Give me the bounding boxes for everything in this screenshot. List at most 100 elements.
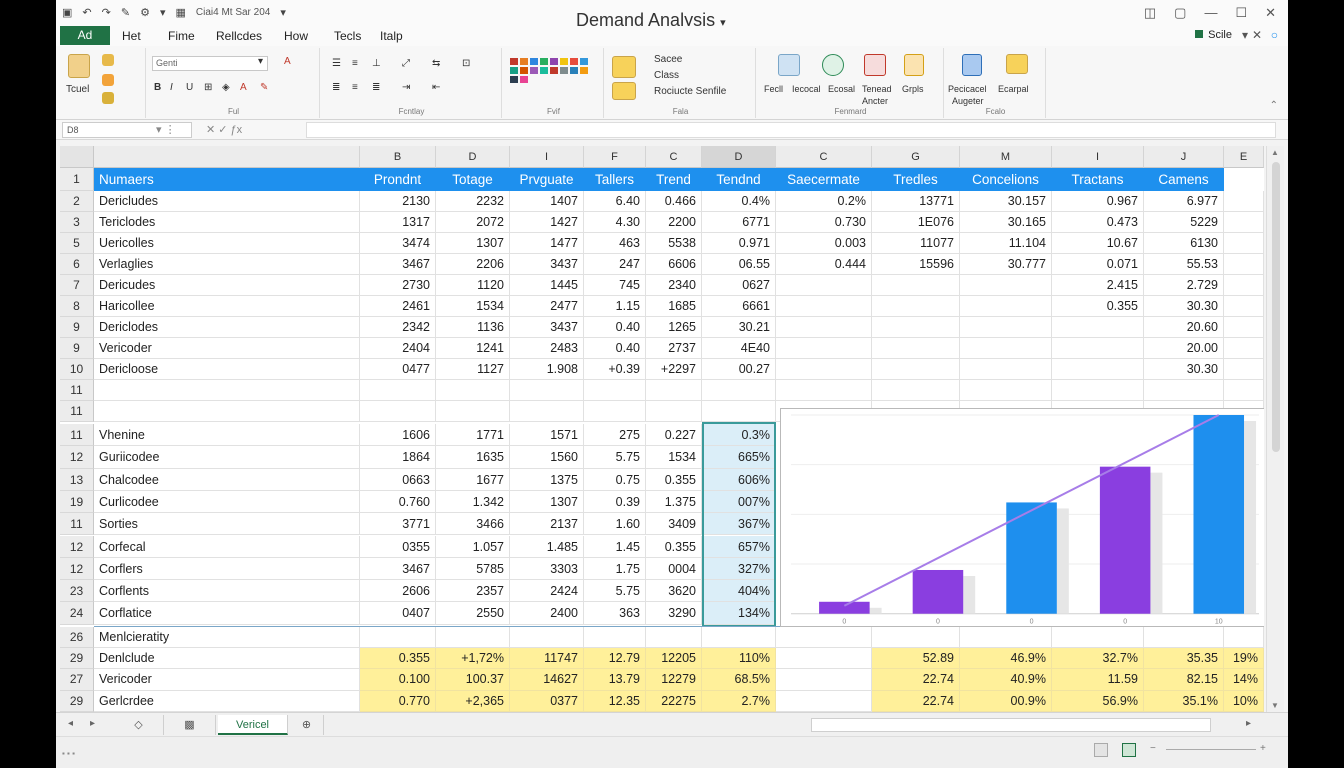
empty-cell[interactable]	[1052, 380, 1144, 401]
table-cell[interactable]: 30.30	[1144, 296, 1224, 317]
color-swatch[interactable]	[540, 67, 548, 74]
empty-cell[interactable]	[436, 380, 510, 401]
column-title[interactable]: Numaers	[94, 168, 360, 191]
table-cell[interactable]: 0663	[360, 468, 436, 491]
align-bottom-icon[interactable]: ⊥	[372, 58, 381, 69]
row-label[interactable]: Curlicodee	[94, 490, 360, 514]
worksheet-grid[interactable]: BDIFCDCGMIJEK1NumaersProndntTotagePrvgua…	[60, 146, 1264, 712]
styles-item-2[interactable]: Class	[654, 70, 679, 81]
chart-bar[interactable]	[912, 569, 964, 614]
tab-prev-icon[interactable]: ◂	[68, 718, 73, 729]
settings-icon[interactable]: ⚙	[140, 6, 150, 19]
format-table-icon[interactable]	[612, 82, 636, 100]
addins-label-2[interactable]: Ecarpal	[998, 84, 1029, 94]
table-cell[interactable]	[776, 690, 872, 712]
column-header-9[interactable]: I	[1052, 146, 1144, 168]
column-title[interactable]: Tredles	[872, 168, 960, 191]
table-cell[interactable]: 745	[584, 275, 646, 296]
merge-icon[interactable]: ⊡	[462, 58, 470, 69]
table-cell[interactable]: 12279	[646, 669, 702, 691]
row-header[interactable]: 12	[60, 446, 94, 469]
sort-icon[interactable]	[904, 54, 924, 76]
empty-cell[interactable]	[584, 380, 646, 401]
scroll-up-icon[interactable]: ▲	[1271, 148, 1279, 157]
normal-view-icon[interactable]	[1094, 743, 1108, 757]
table-cell[interactable]	[872, 296, 960, 317]
row-header[interactable]: 8	[60, 296, 94, 317]
table-cell[interactable]: 2130	[360, 191, 436, 212]
table-cell[interactable]: 2730	[360, 275, 436, 296]
table-cell[interactable]	[872, 359, 960, 380]
table-cell[interactable]: 0.730	[776, 212, 872, 233]
formula-icons[interactable]: ✕ ✓ ƒx	[206, 123, 242, 136]
qa-more-icon[interactable]: ▾	[280, 6, 286, 19]
color-swatch[interactable]	[540, 58, 548, 65]
edit-icon[interactable]	[822, 54, 844, 76]
row-label[interactable]: Corflers	[94, 557, 360, 581]
empty-cell[interactable]	[1224, 338, 1264, 359]
table-cell[interactable]: 3303	[510, 557, 584, 581]
table-cell[interactable]: 32.7%	[1052, 647, 1144, 670]
row-label[interactable]: Menlcieratity	[94, 626, 360, 648]
color-swatch[interactable]	[580, 67, 588, 74]
row-label[interactable]: Dericloose	[94, 359, 360, 380]
table-cell[interactable]: 1.908	[510, 359, 584, 380]
align-left-icon[interactable]: ≣	[332, 82, 340, 93]
table-cell[interactable]: 1560	[510, 446, 584, 469]
color-swatch[interactable]	[510, 58, 518, 65]
row-label[interactable]: Uericolles	[94, 233, 360, 254]
maximize-icon[interactable]: ☐	[1235, 5, 1247, 21]
column-title[interactable]: Trend	[646, 168, 702, 191]
table-cell[interactable]: 3474	[360, 233, 436, 254]
table-cell[interactable]: 665%	[702, 446, 776, 469]
empty-cell[interactable]	[94, 401, 360, 422]
empty-cell[interactable]	[360, 380, 436, 401]
empty-cell[interactable]	[1224, 317, 1264, 338]
fill-icon[interactable]: ◈	[222, 82, 230, 93]
color-swatch[interactable]	[520, 67, 528, 74]
row-header[interactable]: 9	[60, 338, 94, 359]
menu-tab-5[interactable]: Tecls	[334, 29, 361, 43]
zoom-out-icon[interactable]: −	[1150, 743, 1156, 754]
empty-cell[interactable]	[960, 626, 1052, 648]
table-cell[interactable]: 10.67	[1052, 233, 1144, 254]
table-cell[interactable]: 00.9%	[960, 690, 1052, 712]
column-header-0[interactable]: B	[360, 146, 436, 168]
column-header-10[interactable]: J	[1144, 146, 1224, 168]
row-label[interactable]: Verlaglies	[94, 254, 360, 275]
table-cell[interactable]: 0.39	[584, 490, 646, 514]
column-header-a[interactable]	[94, 146, 360, 168]
column-title[interactable]: Tallers	[584, 168, 646, 191]
table-cell[interactable]	[776, 359, 872, 380]
scroll-right-icon[interactable]: ▸	[1246, 718, 1251, 729]
tools-label-4[interactable]: Tenead	[862, 84, 892, 94]
menu-tab-2[interactable]: Fime	[168, 29, 195, 43]
table-cell[interactable]: 1.45	[584, 535, 646, 558]
redo-icon[interactable]: ↷	[102, 6, 111, 19]
color-swatch[interactable]	[580, 58, 588, 65]
table-cell[interactable]: 0.3%	[702, 424, 776, 447]
row-header[interactable]: 13	[60, 468, 94, 491]
empty-cell[interactable]	[702, 626, 776, 648]
table-cell[interactable]: 367%	[702, 513, 776, 536]
table-cell[interactable]: 30.21	[702, 317, 776, 338]
row-header[interactable]: 26	[60, 626, 94, 648]
table-cell[interactable]: 0.071	[1052, 254, 1144, 275]
minimize-icon[interactable]: —	[1204, 5, 1217, 21]
table-cell[interactable]: 1534	[436, 296, 510, 317]
table-cell[interactable]: 0.4%	[702, 191, 776, 212]
empty-cell[interactable]	[436, 626, 510, 648]
horizontal-scrollbar[interactable]	[811, 718, 1211, 732]
table-cell[interactable]	[960, 296, 1052, 317]
table-cell[interactable]: 1635	[436, 446, 510, 469]
table-cell[interactable]: 2200	[646, 212, 702, 233]
table-cell[interactable]: 1677	[436, 468, 510, 491]
ribbon-display-icon[interactable]: ◫	[1144, 5, 1156, 21]
empty-cell[interactable]	[584, 401, 646, 422]
empty-cell[interactable]	[436, 401, 510, 422]
column-title[interactable]: Prondnt	[360, 168, 436, 191]
tools-label-3[interactable]: Ecosal	[828, 84, 855, 94]
color-swatch[interactable]	[550, 58, 558, 65]
collapse-ribbon-icon[interactable]: ⌃	[1270, 100, 1278, 111]
table-cell[interactable]: 134%	[702, 602, 776, 625]
